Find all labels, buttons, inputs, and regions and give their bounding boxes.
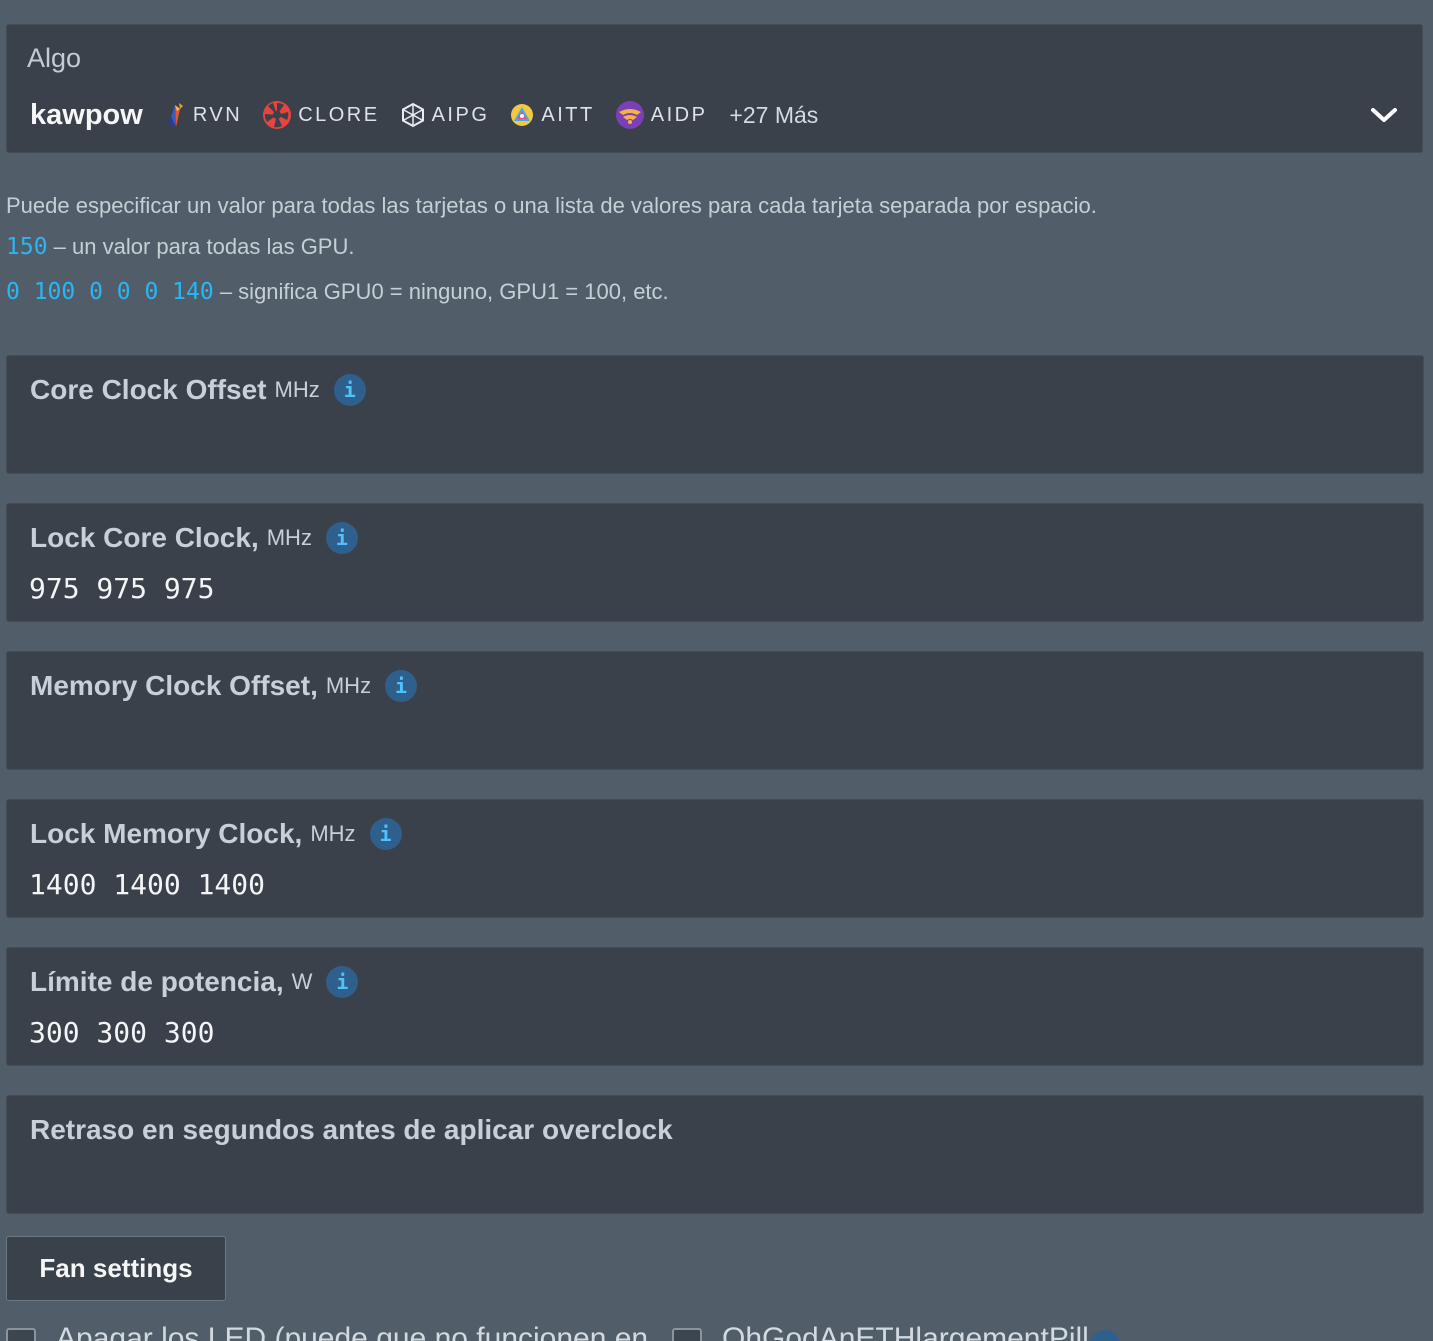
help-intro: Puede especificar un valor para todas la… — [6, 193, 1097, 218]
ethlargement-checkbox[interactable] — [672, 1328, 702, 1341]
coin-aipg: AIPG — [400, 102, 490, 128]
aidp-coin-icon — [615, 101, 644, 129]
leds-off-checkbox[interactable] — [6, 1328, 36, 1341]
coin-rvn: RVN — [165, 102, 242, 128]
help-example-1-code: 150 — [6, 234, 48, 260]
help-example-2: 0 100 0 0 0 140 – significa GPU0 = ningu… — [6, 281, 669, 304]
algo-selected-value: kawpow RVN CLORE AIPG AITT AIDP +27 Más — [30, 95, 818, 135]
power-limit-input[interactable]: Límite de potencia, W i 300 300 300 — [6, 947, 1424, 1066]
field-label: Lock Memory Clock, — [30, 818, 303, 849]
memory-clock-offset-input[interactable]: Memory Clock Offset, MHz i — [6, 651, 1424, 770]
aipg-coin-icon — [401, 102, 424, 128]
info-icon[interactable] — [1089, 1330, 1121, 1341]
raven-coin-icon — [166, 103, 183, 127]
help-example-2-text: – significa GPU0 = ninguno, GPU1 = 100, … — [213, 279, 669, 304]
more-coins-label: +27 Más — [729, 101, 819, 128]
field-title: Core Clock Offset MHz i — [30, 374, 366, 406]
help-example-2-code: 0 100 0 0 0 140 — [6, 279, 214, 305]
info-icon[interactable]: i — [369, 818, 402, 850]
field-title: Memory Clock Offset, MHz i — [30, 670, 418, 702]
bottom-options: Apagar los LED (puede que no funcionen e… — [6, 1326, 1426, 1341]
core-clock-offset-input[interactable]: Core Clock Offset MHz i — [6, 355, 1424, 474]
clore-coin-icon — [263, 101, 292, 129]
algo-name: kawpow — [30, 98, 143, 131]
help-example-1: 150 – un valor para todas las GPU. — [6, 236, 354, 259]
field-label: Retraso en segundos antes de aplicar ove… — [30, 1114, 673, 1145]
info-icon[interactable]: i — [325, 522, 358, 554]
info-icon[interactable]: i — [385, 670, 418, 702]
coin-label: CLORE — [298, 103, 380, 126]
field-unit: MHz — [274, 377, 320, 402]
field-title: Lock Memory Clock, MHz i — [30, 818, 402, 850]
info-icon[interactable]: i — [326, 966, 359, 998]
lock-memory-clock-input[interactable]: Lock Memory Clock, MHz i 1400 1400 1400 — [6, 799, 1424, 918]
fan-settings-button[interactable]: Fan settings — [6, 1236, 226, 1301]
field-label: Memory Clock Offset, — [30, 670, 318, 701]
coin-label: RVN — [192, 103, 243, 126]
help-example-1-text: – un valor para todas las GPU. — [47, 234, 355, 259]
coin-label: AITT — [541, 103, 595, 126]
aitt-coin-icon — [511, 104, 534, 126]
field-value[interactable]: 1400 1400 1400 — [29, 868, 265, 901]
field-title: Retraso en segundos antes de aplicar ove… — [30, 1114, 673, 1146]
field-unit: MHz — [310, 821, 356, 846]
field-unit: MHz — [266, 525, 312, 550]
coin-label: AIPG — [431, 103, 490, 126]
field-label: Límite de potencia, — [30, 966, 284, 997]
field-label: Core Clock Offset — [30, 374, 267, 405]
field-unit: W — [291, 969, 313, 994]
lock-core-clock-input[interactable]: Lock Core Clock, MHz i 975 975 975 — [6, 503, 1424, 622]
chevron-down-icon[interactable] — [1370, 105, 1398, 125]
field-label: Lock Core Clock, — [30, 522, 259, 553]
coin-clore: CLORE — [262, 100, 379, 130]
algo-select[interactable]: Algo kawpow RVN CLORE AIPG AITT AIDP +27… — [6, 24, 1423, 153]
algo-label: Algo — [27, 43, 82, 73]
coin-aitt: AITT — [509, 102, 594, 128]
field-value[interactable]: 300 300 300 — [29, 1016, 214, 1049]
coin-label: AIDP — [650, 103, 708, 126]
ethlargement-label: OhGodAnETHlargementPill — [722, 1326, 1089, 1341]
leds-off-label: Apagar los LED (puede que no funcionen e… — [56, 1326, 648, 1341]
field-title: Lock Core Clock, MHz i — [30, 522, 358, 554]
field-title: Límite de potencia, W i — [30, 966, 359, 998]
overclock-delay-input[interactable]: Retraso en segundos antes de aplicar ove… — [6, 1095, 1424, 1214]
coin-aidp: AIDP — [615, 100, 708, 130]
field-unit: MHz — [325, 673, 372, 698]
info-icon[interactable]: i — [333, 374, 366, 406]
field-value[interactable]: 975 975 975 — [29, 572, 214, 605]
